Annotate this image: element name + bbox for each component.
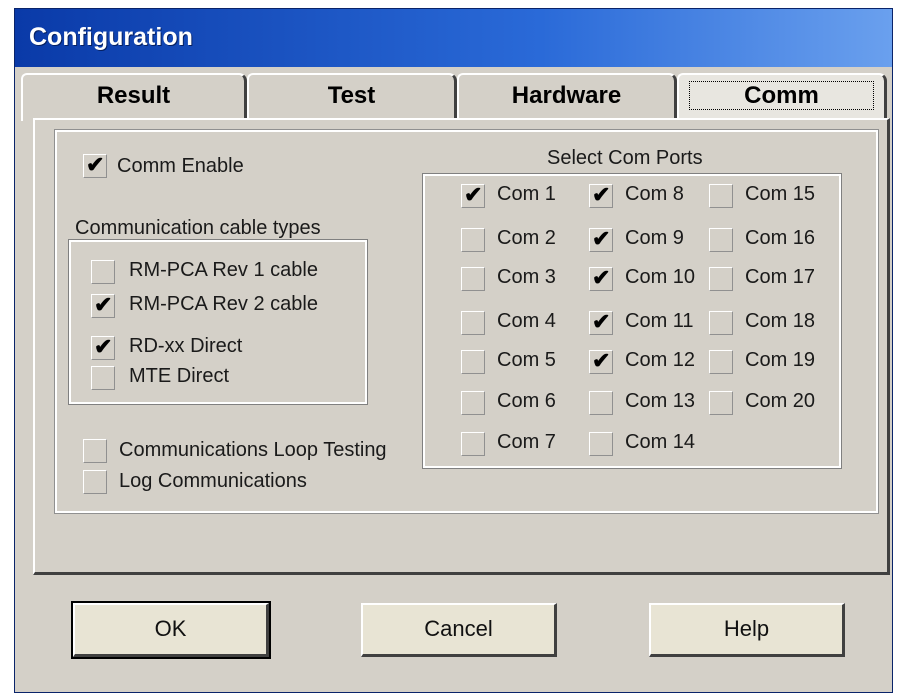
check-mark-icon: ✔ — [94, 292, 113, 317]
log-communications-checkbox[interactable]: ✔ — [83, 470, 107, 494]
com-port-checkbox[interactable]: ✔ — [589, 432, 613, 456]
com-port-checkbox[interactable]: ✔ — [589, 265, 613, 291]
help-button[interactable]: Help — [649, 603, 845, 657]
log-communications-label: Log Communications — [119, 470, 307, 492]
com-port-label: Com 8 — [625, 183, 684, 205]
com-port-checkbox[interactable]: ✔ — [709, 228, 733, 252]
com-port-checkbox[interactable]: ✔ — [461, 228, 485, 252]
com-port-checkbox[interactable]: ✔ — [709, 311, 733, 335]
comm-tab-panel: ✔ Comm Enable Communication cable types … — [33, 118, 890, 575]
cable-types-group-label: Communication cable types — [75, 217, 321, 239]
tab-test-label: Test — [327, 82, 376, 109]
tab-hardware-label: Hardware — [511, 82, 622, 109]
com-ports-group-label: Select Com Ports — [547, 147, 703, 169]
com-port-label: Com 6 — [497, 390, 556, 412]
com-port-checkbox[interactable]: ✔ — [589, 391, 613, 415]
com-port-checkbox[interactable]: ✔ — [589, 309, 613, 335]
check-mark-icon: ✔ — [464, 182, 483, 207]
com-port-checkbox[interactable]: ✔ — [709, 350, 733, 374]
cable-rm-pca-rev2-label: RM-PCA Rev 2 cable — [129, 293, 318, 315]
cable-mte-direct-checkbox[interactable]: ✔ — [91, 366, 115, 390]
ok-button[interactable]: OK — [71, 601, 271, 659]
com-port-label: Com 9 — [625, 227, 684, 249]
com-port-checkbox[interactable]: ✔ — [589, 226, 613, 252]
tab-comm-label: Comm — [689, 81, 874, 110]
com-port-label: Com 15 — [745, 183, 816, 205]
com-port-checkbox[interactable]: ✔ — [461, 311, 485, 335]
com-port-label: Com 13 — [625, 390, 696, 412]
tab-result[interactable]: Result — [21, 73, 247, 121]
com-port-checkbox[interactable]: ✔ — [461, 267, 485, 291]
com-port-label: Com 2 — [497, 227, 556, 249]
com-port-checkbox[interactable]: ✔ — [709, 184, 733, 208]
loop-testing-label: Communications Loop Testing — [119, 439, 387, 461]
com-port-checkbox[interactable]: ✔ — [709, 391, 733, 415]
com-port-checkbox[interactable]: ✔ — [461, 432, 485, 456]
comm-enable-checkbox[interactable]: ✔ — [83, 152, 107, 178]
com-port-label: Com 5 — [497, 349, 556, 371]
comm-enable-label: Comm Enable — [117, 155, 244, 177]
cable-types-group: ✔ RM-PCA Rev 1 cable ✔ RM-PCA Rev 2 cabl… — [68, 239, 368, 405]
loop-testing-checkbox[interactable]: ✔ — [83, 439, 107, 463]
com-port-checkbox[interactable]: ✔ — [461, 391, 485, 415]
cable-rd-xx-direct-label: RD-xx Direct — [129, 335, 243, 357]
com-port-label: Com 18 — [745, 310, 816, 332]
com-port-label: Com 14 — [625, 431, 696, 453]
com-port-label: Com 4 — [497, 310, 556, 332]
com-port-checkbox[interactable]: ✔ — [461, 182, 485, 208]
com-port-checkbox[interactable]: ✔ — [589, 348, 613, 374]
com-port-checkbox[interactable]: ✔ — [709, 267, 733, 291]
cable-mte-direct-label: MTE Direct — [129, 365, 229, 387]
com-port-label: Com 3 — [497, 266, 556, 288]
com-port-label: Com 16 — [745, 227, 816, 249]
com-port-label: Com 1 — [497, 183, 556, 205]
com-port-label: Com 19 — [745, 349, 816, 371]
com-port-label: Com 20 — [745, 390, 816, 412]
cable-rm-pca-rev2-checkbox[interactable]: ✔ — [91, 292, 115, 318]
tab-test[interactable]: Test — [247, 73, 457, 121]
com-port-checkbox[interactable]: ✔ — [461, 350, 485, 374]
cancel-button[interactable]: Cancel — [361, 603, 557, 657]
window-title: Configuration — [29, 23, 193, 51]
check-mark-icon: ✔ — [592, 182, 611, 207]
com-port-label: Com 11 — [625, 310, 694, 332]
com-ports-group: ✔ Com 1 ✔ Com 2 ✔ Com 3 ✔ Com 4 ✔ Com 5 ✔ Com 6 ✔ Com… — [422, 173, 842, 469]
tab-result-label: Result — [96, 82, 171, 109]
comm-settings-frame: ✔ Comm Enable Communication cable types … — [54, 129, 879, 514]
title-bar[interactable]: Configuration — [15, 9, 892, 67]
tab-comm[interactable]: Comm — [677, 73, 887, 121]
com-port-label: Com 17 — [745, 266, 816, 288]
cable-rd-xx-direct-checkbox[interactable]: ✔ — [91, 334, 115, 360]
check-mark-icon: ✔ — [592, 348, 611, 373]
com-port-label: Com 7 — [497, 431, 556, 453]
check-mark-icon: ✔ — [592, 226, 611, 251]
tab-hardware[interactable]: Hardware — [457, 73, 677, 121]
com-port-label: Com 12 — [625, 349, 696, 371]
com-port-checkbox[interactable]: ✔ — [589, 182, 613, 208]
check-mark-icon: ✔ — [592, 309, 611, 334]
com-port-label: Com 10 — [625, 266, 696, 288]
cable-rm-pca-rev1-checkbox[interactable]: ✔ — [91, 260, 115, 284]
check-mark-icon: ✔ — [592, 265, 611, 290]
check-mark-icon: ✔ — [86, 152, 105, 177]
configuration-dialog: Configuration Result Test Hardware Comm … — [14, 8, 893, 693]
check-mark-icon: ✔ — [94, 334, 113, 359]
cable-rm-pca-rev1-label: RM-PCA Rev 1 cable — [129, 259, 318, 281]
